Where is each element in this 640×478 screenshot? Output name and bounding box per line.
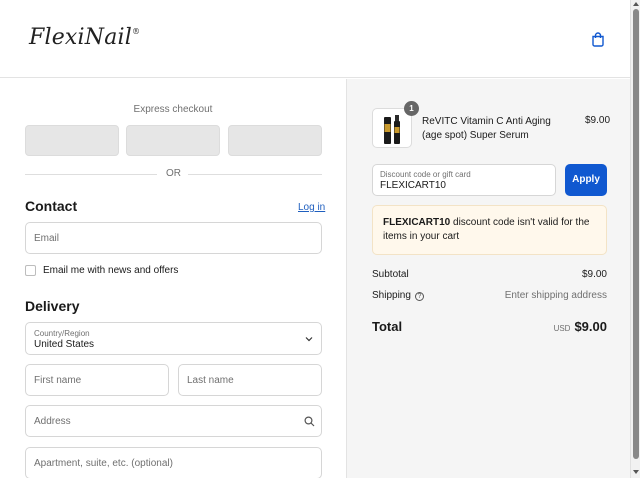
or-divider: OR (25, 168, 322, 180)
scroll-down-arrow-icon[interactable] (633, 470, 639, 474)
cart-button[interactable] (590, 31, 606, 47)
divider-line-right (188, 174, 322, 175)
registered-mark: ® (132, 27, 141, 36)
country-select[interactable]: Country/Region United States (25, 322, 322, 355)
discount-label: Discount code or gift card (380, 170, 471, 179)
search-icon (304, 416, 315, 427)
scrollbar-thumb[interactable] (633, 9, 639, 459)
express-pay-button-1[interactable] (25, 125, 119, 156)
product-thumbnail: 1 (372, 101, 419, 148)
express-checkout-title: Express checkout (133, 104, 213, 115)
checkout-form: Express checkout OR Contact Log in Email… (0, 79, 346, 478)
brand-logo[interactable]: FlexiNail® (29, 25, 140, 50)
email-field[interactable]: Email (25, 222, 322, 254)
order-summary: 1 ReVITC Vitamin C Anti Aging (age spot)… (346, 79, 630, 478)
country-label: Country/Region (34, 329, 90, 338)
or-label: OR (166, 168, 181, 179)
express-pay-button-2[interactable] (126, 125, 220, 156)
total-amount-group: USD $9.00 (554, 318, 607, 336)
address-field[interactable]: Address (25, 405, 322, 437)
last-name-field[interactable]: Last name (178, 364, 322, 396)
header: FlexiNail® (0, 0, 630, 78)
last-name-placeholder: Last name (187, 375, 234, 386)
total-row: Total USD $9.00 (372, 318, 607, 336)
page-scrollbar[interactable] (630, 0, 640, 478)
total-value: $9.00 (574, 319, 607, 334)
shipping-value: Enter shipping address (504, 290, 607, 301)
scroll-up-arrow-icon[interactable] (633, 2, 639, 6)
subtotal-row: Subtotal $9.00 (372, 269, 607, 280)
first-name-field[interactable]: First name (25, 364, 169, 396)
brand-name: FlexiNail (29, 25, 133, 50)
first-name-placeholder: First name (34, 375, 82, 386)
email-placeholder: Email (34, 233, 60, 244)
product-price: $9.00 (585, 115, 611, 126)
divider-line-left (25, 174, 157, 175)
shipping-row: Shipping? Enter shipping address (372, 290, 607, 301)
contact-title: Contact (25, 198, 78, 214)
alert-code: FLEXICART10 (383, 217, 451, 228)
shipping-label: Shipping (372, 290, 411, 301)
subtotal-value: $9.00 (581, 269, 607, 280)
discount-code-input[interactable]: Discount code or gift card FLEXICART10 (372, 164, 556, 196)
checkout-page: FlexiNail® Express checkout OR Contact L… (0, 0, 640, 478)
serum-bottle-image (384, 115, 400, 144)
quantity-badge: 1 (404, 101, 419, 116)
login-link[interactable]: Log in (298, 202, 325, 213)
newsletter-label: Email me with news and offers (43, 265, 179, 276)
shopping-bag-icon (592, 32, 604, 47)
currency-code: USD (553, 324, 571, 333)
product-name: ReVITC Vitamin C Anti Aging (age spot) S… (422, 116, 551, 141)
total-label: Total (372, 319, 403, 334)
apartment-field[interactable]: Apartment, suite, etc. (optional) (25, 447, 322, 478)
subtotal-label: Subtotal (372, 269, 409, 280)
newsletter-checkbox[interactable] (25, 265, 36, 276)
apartment-placeholder: Apartment, suite, etc. (optional) (34, 458, 173, 469)
delivery-title: Delivery (25, 298, 80, 314)
country-value: United States (34, 339, 95, 350)
chevron-down-icon (305, 337, 313, 342)
address-placeholder: Address (34, 416, 71, 427)
apply-button[interactable]: Apply (565, 164, 607, 196)
help-circle-icon[interactable]: ? (414, 292, 424, 301)
express-pay-button-3[interactable] (228, 125, 322, 156)
discount-value: FLEXICART10 (380, 180, 446, 191)
discount-error-alert: FLEXICART10 discount code isn't valid fo… (372, 205, 607, 255)
